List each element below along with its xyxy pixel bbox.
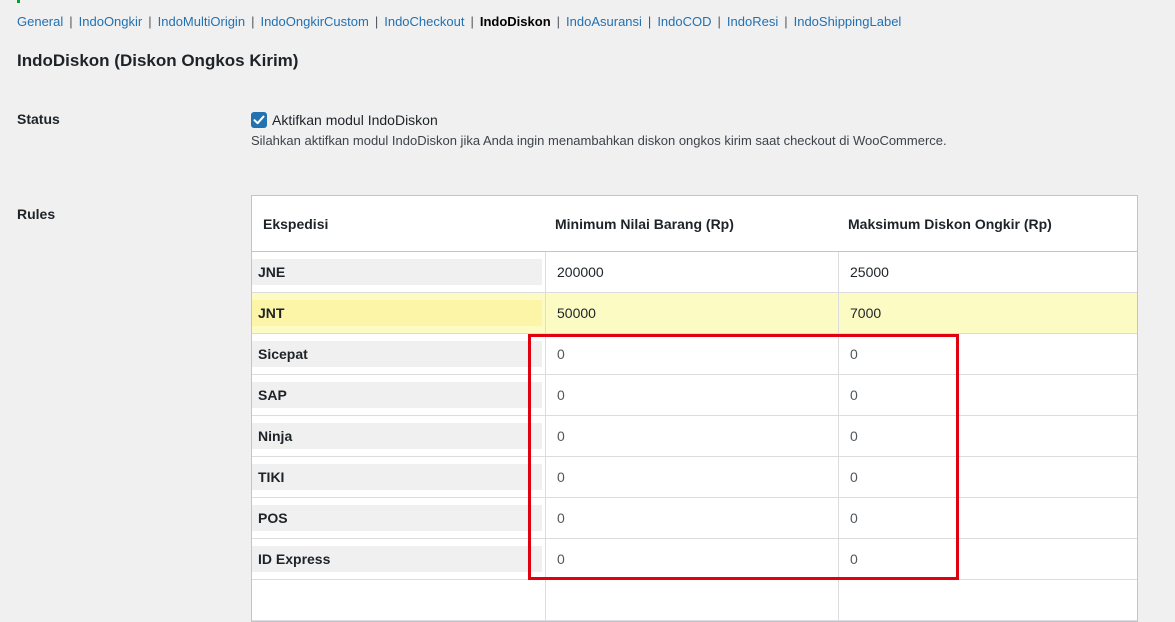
page-title: IndoDiskon (Diskon Ongkos Kirim) xyxy=(17,51,299,70)
table-header: Ekspedisi Minimum Nilai Barang (Rp) Maks… xyxy=(252,196,1137,252)
min-value-input[interactable]: 0 xyxy=(545,539,838,579)
enable-indodiskon-label[interactable]: Aktifkan modul IndoDiskon xyxy=(272,112,438,128)
subnav-separator: | xyxy=(717,14,721,29)
max-discount-input[interactable]: 7000 xyxy=(838,293,1137,333)
min-value-input[interactable] xyxy=(545,580,838,620)
max-discount-input[interactable]: 25000 xyxy=(838,252,1137,292)
subnav-item-indocod[interactable]: IndoCOD xyxy=(657,14,711,29)
courier-cell: Ninja xyxy=(252,416,545,456)
subnav-item-indomultiorigin[interactable]: IndoMultiOrigin xyxy=(158,14,245,29)
checkmark-icon xyxy=(253,115,265,124)
status-field: Aktifkan modul IndoDiskon xyxy=(251,111,438,128)
min-value-input[interactable]: 0 xyxy=(545,334,838,374)
max-discount-input[interactable]: 0 xyxy=(838,498,1137,538)
subnav-separator: | xyxy=(470,14,474,29)
courier-label: POS xyxy=(252,505,542,531)
rules-label: Rules xyxy=(17,206,56,222)
status-description: Silahkan aktifkan modul IndoDiskon jika … xyxy=(251,133,947,148)
min-value-input[interactable]: 0 xyxy=(545,457,838,497)
min-value-input[interactable]: 0 xyxy=(545,375,838,415)
table-row: JNT 50000 7000 xyxy=(252,293,1137,334)
subnav-item-indoongkircustom[interactable]: IndoOngkirCustom xyxy=(260,14,368,29)
table-row: JNE 200000 25000 xyxy=(252,252,1137,293)
column-header-minimum: Minimum Nilai Barang (Rp) xyxy=(555,215,734,232)
subnav-item-indoresi[interactable]: IndoResi xyxy=(727,14,778,29)
courier-cell: SAP xyxy=(252,375,545,415)
min-value-input[interactable]: 50000 xyxy=(545,293,838,333)
courier-cell: JNE xyxy=(252,252,545,292)
subnav-separator: | xyxy=(251,14,255,29)
status-label: Status xyxy=(17,111,60,127)
min-value-input[interactable]: 0 xyxy=(545,416,838,456)
min-value-input[interactable]: 0 xyxy=(545,498,838,538)
subnav-separator: | xyxy=(647,14,652,29)
courier-label: Ninja xyxy=(252,423,542,449)
table-row: ID Express 0 0 xyxy=(252,539,1137,580)
subnav: General | IndoOngkir | IndoMultiOrigin | IndoO… xyxy=(17,14,901,29)
max-discount-input[interactable] xyxy=(838,580,1137,620)
enable-indodiskon-checkbox[interactable] xyxy=(251,111,267,128)
courier-cell: ID Express xyxy=(252,539,545,579)
courier-cell: POS xyxy=(252,498,545,538)
min-value-input[interactable]: 200000 xyxy=(545,252,838,292)
courier-label: JNE xyxy=(252,259,542,285)
subnav-item-indocheckout[interactable]: IndoCheckout xyxy=(384,14,464,29)
subnav-separator: | xyxy=(69,14,73,29)
subnav-item-general[interactable]: General xyxy=(17,14,63,29)
table-row: TIKI 0 0 xyxy=(252,457,1137,498)
subnav-item-indodiskon[interactable]: IndoDiskon xyxy=(480,14,551,29)
subnav-item-indoongkir[interactable]: IndoOngkir xyxy=(79,14,143,29)
courier-label: SAP xyxy=(252,382,542,408)
table-row: Sicepat 0 0 xyxy=(252,334,1137,375)
table-row: Ninja 0 0 xyxy=(252,416,1137,457)
column-header-maksimum: Maksimum Diskon Ongkir (Rp) xyxy=(848,215,1052,232)
subnav-item-indoasuransi[interactable]: IndoAsuransi xyxy=(566,14,642,29)
table-row: POS 0 0 xyxy=(252,498,1137,539)
subnav-separator: | xyxy=(784,14,788,29)
courier-cell: Sicepat xyxy=(252,334,545,374)
subnav-separator: | xyxy=(374,14,379,29)
courier-label: Sicepat xyxy=(252,341,542,367)
subnav-separator: | xyxy=(556,14,561,29)
max-discount-input[interactable]: 0 xyxy=(838,457,1137,497)
rules-table: Ekspedisi Minimum Nilai Barang (Rp) Maks… xyxy=(251,195,1138,622)
max-discount-input[interactable]: 0 xyxy=(838,416,1137,456)
courier-label: ID Express xyxy=(252,546,542,572)
max-discount-input[interactable]: 0 xyxy=(838,539,1137,579)
active-indicator xyxy=(17,0,20,3)
subnav-separator: | xyxy=(148,14,152,29)
courier-cell: TIKI xyxy=(252,457,545,497)
courier-label: TIKI xyxy=(252,464,542,490)
courier-label: JNT xyxy=(252,300,542,326)
table-row xyxy=(252,580,1137,621)
column-header-ekspedisi: Ekspedisi xyxy=(263,215,329,232)
table-row: SAP 0 0 xyxy=(252,375,1137,416)
courier-cell: JNT xyxy=(252,293,545,333)
max-discount-input[interactable]: 0 xyxy=(838,375,1137,415)
max-discount-input[interactable]: 0 xyxy=(838,334,1137,374)
courier-cell xyxy=(252,580,545,620)
subnav-item-indoshippinglabel[interactable]: IndoShippingLabel xyxy=(794,14,902,29)
